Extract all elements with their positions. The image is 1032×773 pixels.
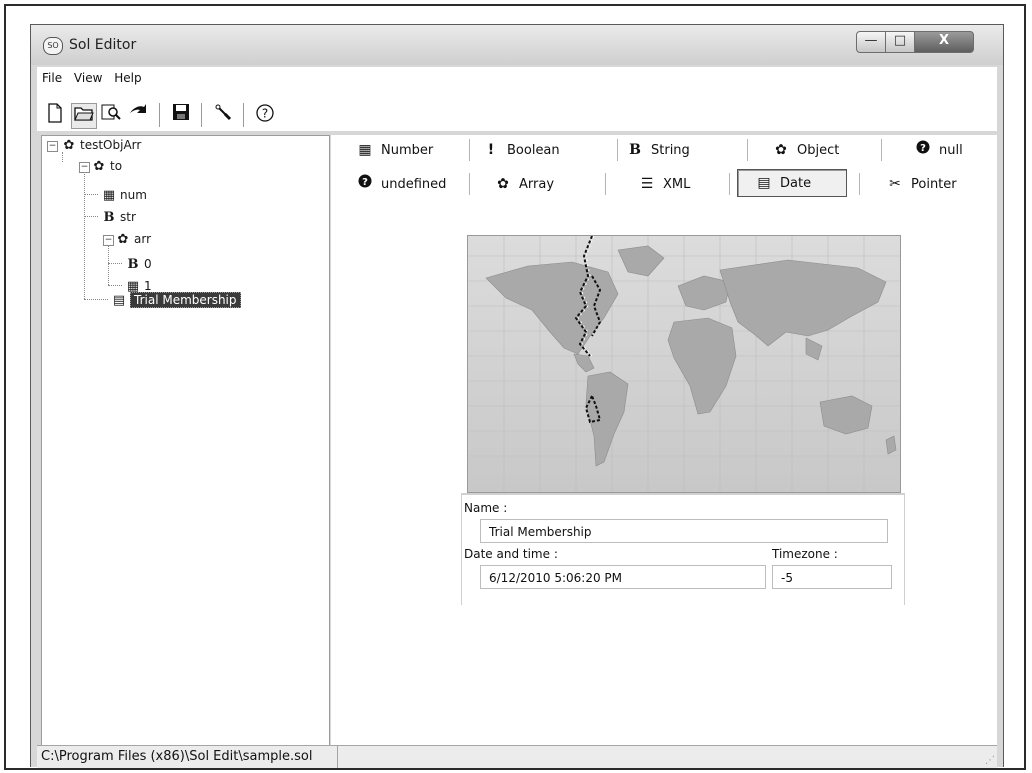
maximize-button[interactable]: □ [885, 31, 915, 53]
new-file-icon[interactable] [43, 103, 67, 127]
question-icon: ? [913, 137, 933, 163]
type-array-button[interactable]: ✿ Array [493, 171, 554, 197]
array-icon: ✿ [497, 176, 509, 192]
resize-grip-icon[interactable]: ⋰ [985, 755, 995, 766]
svg-text:?: ? [362, 177, 368, 188]
open-folder-icon[interactable] [71, 103, 97, 129]
toolbar-separator [159, 103, 160, 127]
pointer-icon: ✂ [889, 176, 901, 192]
string-icon: B [127, 257, 139, 272]
menu-bar: File View Help [37, 67, 997, 89]
status-separator [337, 746, 338, 768]
number-icon: ▦ [358, 142, 372, 158]
settings-icon[interactable] [211, 103, 235, 127]
app-icon: SO [43, 37, 63, 55]
type-undefined-button[interactable]: ? undefined [355, 171, 446, 197]
boolean-icon: ! [487, 142, 495, 158]
toolbar-separator [201, 103, 202, 127]
calendar-icon: ▤ [757, 175, 771, 191]
type-pointer-button[interactable]: ✂ Pointer [885, 171, 957, 197]
timezone-field[interactable]: -5 [772, 565, 892, 589]
question-icon: ? [355, 171, 375, 197]
status-bar: C:\Program Files (x86)\Sol Edit\sample.s… [37, 745, 997, 768]
type-object-button[interactable]: ✿ Object [771, 137, 839, 163]
menu-file[interactable]: File [37, 67, 65, 85]
type-number-button[interactable]: ▦ Number [355, 137, 433, 163]
object-tree[interactable]: − ✿ testObjArr − ✿ to ▦ num Bstr − ✿ arr B0 … [41, 135, 330, 747]
close-button[interactable]: X [914, 31, 974, 53]
string-icon: B [629, 142, 641, 158]
tree-node-arr[interactable]: ✿ arr [114, 230, 151, 248]
help-icon[interactable]: ? [253, 103, 277, 127]
minimize-button[interactable]: — [856, 31, 886, 53]
toolbar-separator [243, 103, 244, 127]
type-xml-button[interactable]: ☰ XML [637, 171, 691, 197]
timezone-label: Timezone : [772, 547, 838, 561]
date-icon: ▤ [112, 293, 126, 308]
collapse-toggle[interactable]: − [79, 162, 90, 173]
tree-node-num[interactable]: ▦ num [100, 186, 147, 204]
save-icon[interactable] [169, 103, 193, 127]
window-title: Sol Editor [69, 37, 137, 53]
type-boolean-button[interactable]: ! Boolean [481, 137, 560, 163]
name-field[interactable]: Trial Membership [480, 519, 888, 543]
type-null-button[interactable]: ? null [913, 137, 963, 163]
tree-node-str[interactable]: Bstr [100, 208, 136, 226]
find-icon[interactable] [99, 103, 123, 127]
tree-node-to[interactable]: ✿ to [90, 157, 123, 175]
menu-view[interactable]: View [69, 67, 105, 85]
svg-text:?: ? [262, 107, 268, 121]
editor-pane: ▦ Number ! Boolean B String ✿ Object ? null ?… [331, 135, 997, 745]
datetime-field[interactable]: 6/12/2010 5:06:20 PM [480, 565, 766, 589]
string-icon: B [103, 210, 115, 225]
number-icon: ▦ [102, 188, 116, 203]
tree-node-root[interactable]: ✿ testObjArr [60, 136, 142, 154]
datetime-label: Date and time : [464, 547, 558, 561]
timezone-map[interactable] [467, 235, 901, 493]
svg-text:?: ? [920, 143, 926, 154]
toolbar: ? [37, 89, 997, 131]
name-label: Name : [464, 501, 508, 515]
collapse-toggle[interactable]: − [47, 141, 58, 152]
object-icon: ✿ [775, 142, 787, 158]
menu-help[interactable]: Help [109, 67, 144, 85]
list-icon: ☰ [640, 176, 654, 192]
sol-editor-window: SO Sol Editor — □ X File View Help ? − ✿… [30, 24, 1004, 768]
type-string-button[interactable]: B String [625, 137, 690, 163]
title-bar[interactable]: SO Sol Editor — □ X [31, 25, 1003, 65]
export-icon[interactable] [127, 103, 151, 127]
object-icon: ✿ [93, 159, 105, 174]
date-properties-form: Name : Trial Membership Date and time : … [461, 493, 905, 605]
tree-node-arr-0[interactable]: B0 [124, 255, 152, 273]
file-path: C:\Program Files (x86)\Sol Edit\sample.s… [41, 749, 313, 764]
tree-node-trial-membership[interactable]: ▤ Trial Membership [110, 291, 241, 309]
object-icon: ✿ [63, 138, 75, 153]
type-date-button[interactable]: ▤ Date [737, 169, 847, 197]
collapse-toggle[interactable]: − [103, 235, 114, 246]
object-icon: ✿ [117, 232, 129, 247]
